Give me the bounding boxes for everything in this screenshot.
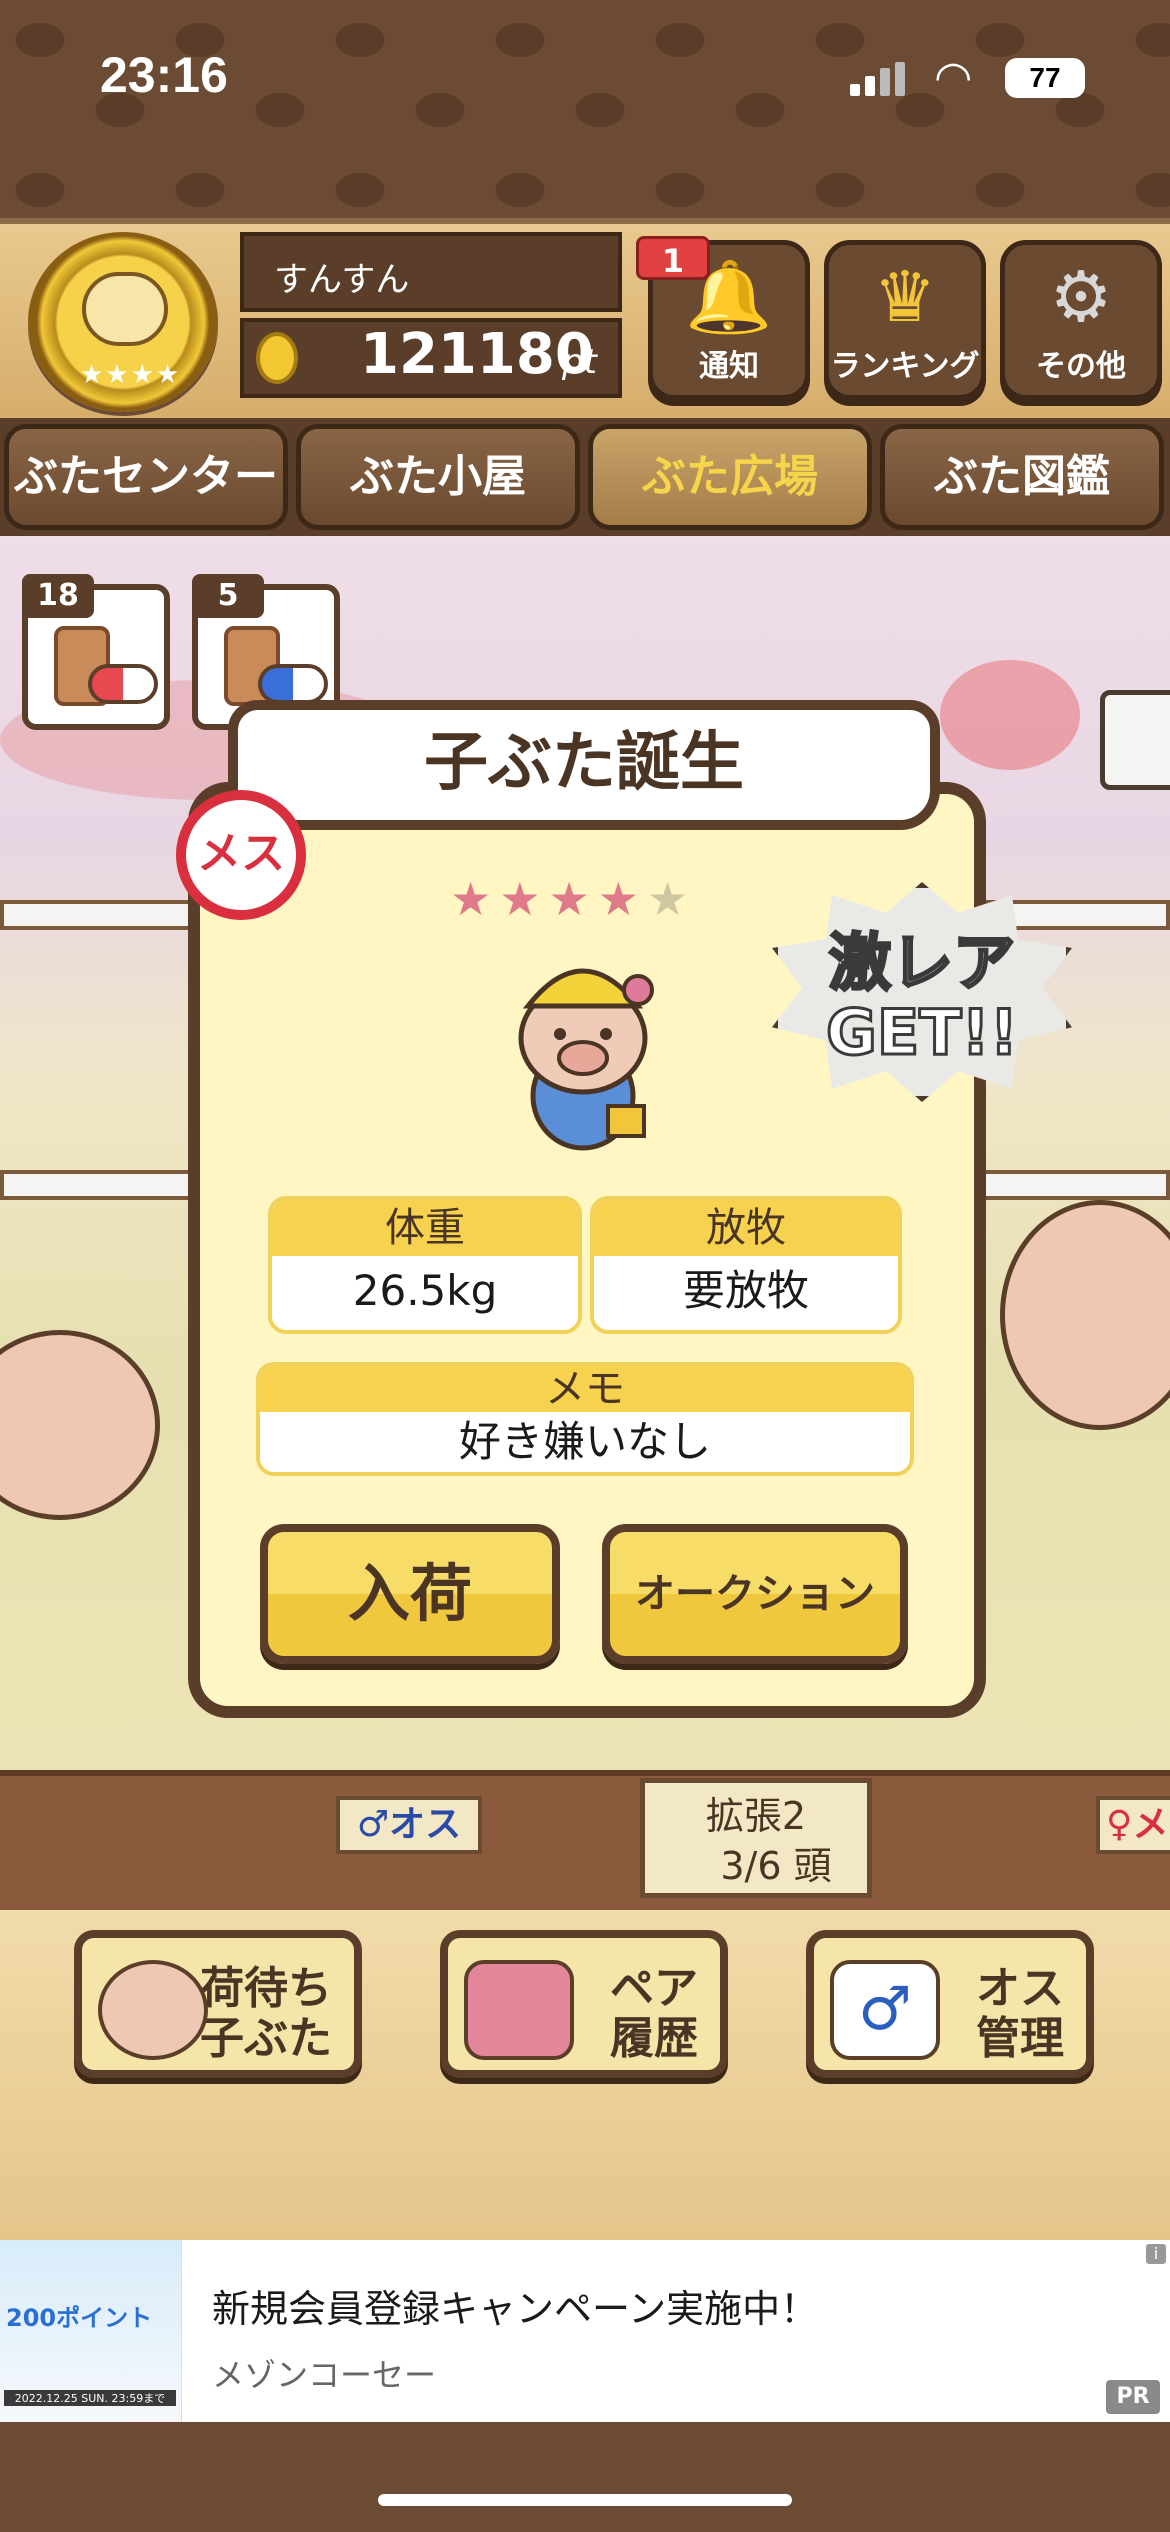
male-document-icon: ♂ — [830, 1960, 940, 2060]
tab-buta-hut[interactable]: ぶた小屋 — [296, 424, 580, 530]
item-count: 18 — [22, 574, 94, 618]
female-gender-icon: メス — [176, 790, 306, 920]
female-potion-item[interactable]: 18 — [22, 574, 170, 730]
auction-button[interactable]: オークション — [602, 1524, 908, 1664]
footer-background — [0, 2422, 1170, 2532]
points-unit: pt — [562, 342, 597, 382]
gear-icon: ⚙ — [1049, 256, 1113, 338]
ad-advertiser: メゾンコーセー — [212, 2356, 437, 2394]
medal-pig-icon — [82, 272, 168, 346]
status-time: 23:16 — [100, 47, 228, 103]
waiting-piglets-button[interactable]: 入荷待ち 子ぶた — [74, 1930, 362, 2078]
other-button[interactable]: ⚙ その他 — [1000, 240, 1162, 400]
ad-title[interactable]: 新規会員登録キャンペーン実施中！ — [212, 2278, 818, 2333]
coin-icon — [256, 332, 298, 384]
rarity-stars: ★★★★★ — [450, 872, 696, 926]
female-sign: ♀メ — [1096, 1796, 1170, 1854]
piglet-image — [518, 968, 654, 1151]
weight-header: 体重 — [272, 1200, 578, 1256]
notification-label: 通知 — [699, 349, 759, 384]
tab-buta-encyclopedia[interactable]: ぶた図鑑 — [880, 424, 1164, 530]
star-icon: ★ — [499, 872, 549, 926]
background-trees — [940, 660, 1080, 770]
pill-icon — [258, 664, 328, 704]
pasture-header: 放牧 — [594, 1200, 898, 1256]
star-empty-icon: ★ — [647, 872, 697, 926]
signal-icon — [850, 62, 910, 96]
star-icon: ★ — [548, 872, 598, 926]
username: すんすん — [240, 232, 622, 312]
ranking-label: ランキング — [830, 349, 980, 384]
ad-pr-badge: PR — [1106, 2380, 1160, 2414]
ad-image-points: 200ポイント — [6, 2304, 153, 2332]
pasture-value: 要放牧 — [682, 1266, 809, 1315]
accept-button[interactable]: 入荷 — [260, 1524, 560, 1664]
book-heart-icon — [464, 1960, 574, 2060]
dialog-title: 子ぶた誕生 — [228, 700, 940, 830]
medal-stars: ★★★★ — [80, 360, 182, 390]
piglet-icon — [98, 1960, 208, 2060]
star-icon: ★ — [450, 872, 500, 926]
weight-field: 体重 26.5kg — [268, 1196, 582, 1334]
notification-badge: 1 — [636, 236, 710, 280]
home-indicator[interactable] — [378, 2494, 792, 2506]
weight-value: 26.5kg — [352, 1266, 498, 1315]
memo-field: メモ 好き嫌いなし — [256, 1362, 914, 1476]
ad-image-date: 2022.12.25 SUN. 23:59まで — [4, 2390, 176, 2406]
capacity-count: 3/6 頭 — [720, 1844, 832, 1888]
tab-buta-center[interactable]: ぶたセンター — [4, 424, 288, 530]
capacity-sign: 拡張2 3/6 頭 — [640, 1778, 872, 1898]
points-value: 121180 — [360, 322, 594, 387]
ranking-button[interactable]: ♛ ランキング — [824, 240, 986, 400]
star-icon: ★ — [597, 872, 647, 926]
memo-header: メモ — [260, 1366, 910, 1412]
male-management-button[interactable]: ♂ オス 管理 — [806, 1930, 1094, 2078]
wagon — [1100, 690, 1170, 790]
tab-buta-plaza[interactable]: ぶた広場 — [588, 424, 872, 530]
ad-info-icon[interactable]: i — [1146, 2244, 1166, 2264]
pair-history-button[interactable]: ペア 履歴 — [440, 1930, 728, 2078]
pasture-field: 放牧 要放牧 — [590, 1196, 902, 1334]
crown-icon: ♛ — [873, 256, 937, 338]
fence-ground — [0, 1770, 1170, 1910]
wifi-icon: ◠ — [934, 52, 973, 103]
other-label: その他 — [1036, 349, 1126, 384]
ad-image[interactable]: 200ポイント 2022.12.25 SUN. 23:59まで — [0, 2240, 182, 2422]
capacity-expansion: 拡張2 — [705, 1794, 807, 1838]
battery-indicator: 77 — [1005, 58, 1085, 98]
item-count: 5 — [192, 574, 264, 618]
status-bar: 23:16 ◠ 77 — [0, 0, 1170, 150]
memo-value: 好き嫌いなし — [458, 1417, 711, 1466]
male-sign: ♂オス — [336, 1796, 482, 1854]
pill-icon — [88, 664, 158, 704]
